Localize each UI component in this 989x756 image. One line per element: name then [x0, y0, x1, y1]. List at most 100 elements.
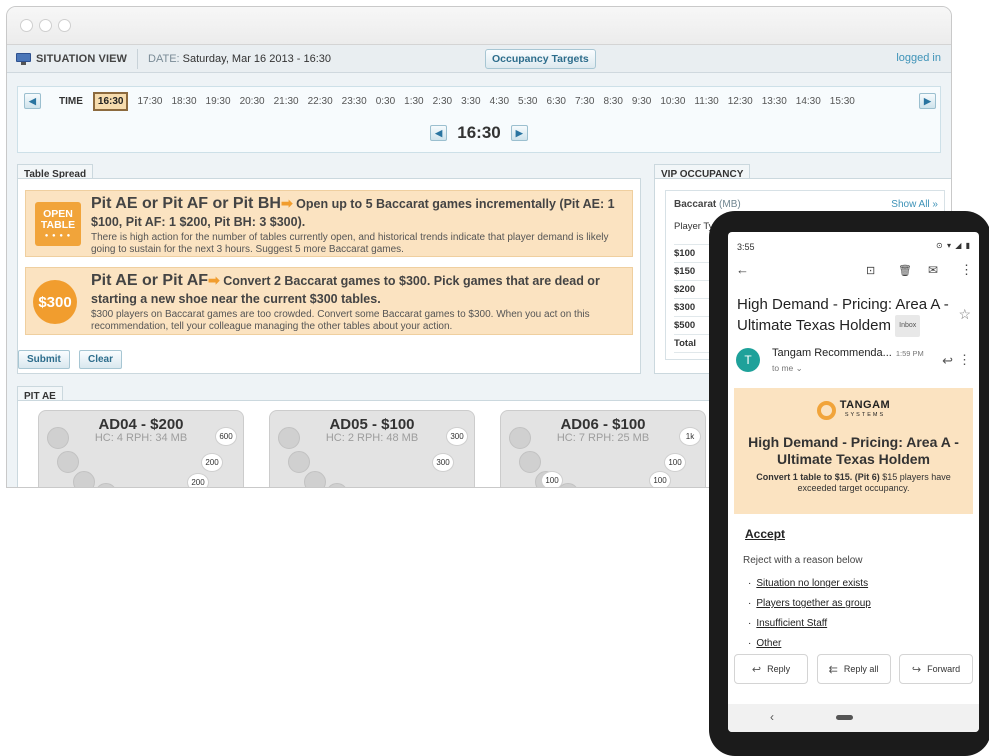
table-stats: HC: 7 RPH: 25 MB [556, 432, 650, 444]
divider [137, 48, 139, 69]
recommendation-text: Pit AE or Pit AF➡ Convert 2 Baccarat gam… [91, 272, 624, 333]
time-slot[interactable]: 7:30 [575, 96, 594, 107]
recommendation-title: Pit AE or Pit AF or Pit BH➡ Open up to 5… [91, 195, 615, 229]
time-slot[interactable]: 8:30 [603, 96, 622, 107]
time-slot[interactable]: 0:30 [376, 96, 395, 107]
timeline: ◀ TIME 16:30 17:30 18:30 19:30 20:30 21:30 22:… [17, 86, 941, 153]
reply-icon: ↩ [751, 663, 762, 676]
time-slot[interactable]: 22:30 [308, 96, 333, 107]
reply-button[interactable]: ↩ Reply [734, 654, 808, 684]
star-icon[interactable]: ☆ [958, 306, 971, 323]
chip-badge: 200 [187, 473, 209, 487]
time-slot[interactable]: 11:30 [694, 96, 718, 107]
phone-frame: 3:55 ⊙ ▾ ◢ ▮ ← ⊡ 🗑 ✉ ⋮ High Demand - Pri… [709, 211, 989, 756]
time-slot[interactable]: 3:30 [461, 96, 480, 107]
time-slot[interactable]: 15:30 [830, 96, 855, 107]
archive-icon[interactable]: ⊡ [866, 264, 875, 277]
time-slot[interactable]: 10:30 [660, 96, 685, 107]
time-slot[interactable]: 16:30 [92, 91, 129, 111]
delete-icon[interactable]: 🗑 [898, 264, 912, 277]
reject-reason-item[interactable]: · Players together as group [748, 598, 871, 618]
current-time-prev-button[interactable]: ◀ [430, 125, 448, 141]
time-slot[interactable]: 23:30 [342, 96, 367, 107]
recommendation-card[interactable]: OPEN TABLE ● ● ● ● Pit AE or Pit AF or P… [25, 190, 633, 257]
reject-reason-item[interactable]: · Situation no longer exists [748, 578, 871, 598]
reply-all-button[interactable]: ⇇ Reply all [816, 654, 891, 684]
time-slot[interactable]: 14:30 [796, 96, 821, 107]
show-all-link[interactable]: Show All » [891, 199, 938, 210]
view-title: SITUATION VIEW [36, 52, 128, 65]
date-value: Saturday, Mar 16 2013 - 16:30 [182, 52, 331, 65]
recommendation-body: There is high action for the number of t… [91, 232, 609, 255]
arrow-right-icon: ➡ [280, 195, 293, 211]
current-time-next-button[interactable]: ▶ [510, 125, 528, 141]
tangam-logo: TANGAM SYSTEMS [734, 400, 973, 420]
nav-home-pill[interactable] [836, 715, 853, 720]
gaming-table[interactable]: AD04 - $200 HC: 4 RPH: 34 MB 600 200 200 [38, 410, 244, 487]
more-vert-icon[interactable]: ⋮ [958, 352, 971, 368]
gaming-table[interactable]: AD06 - $100 HC: 7 RPH: 25 MB 1k 100 100 100 [500, 410, 706, 487]
close-window-button[interactable] [20, 19, 33, 32]
chip-badge: 300 [446, 427, 468, 446]
table-name: AD05 - $100 [329, 416, 415, 433]
seat[interactable] [73, 471, 95, 487]
accept-link[interactable]: Accept [745, 527, 785, 541]
seat[interactable] [519, 451, 541, 473]
reply-all-icon: ⇇ [828, 663, 838, 676]
logo-ring-icon [816, 400, 836, 420]
timeline-prev-button[interactable]: ◀ [24, 93, 41, 109]
sender-name: Tangam Recommenda... 1:59 PM [772, 347, 924, 359]
banner-title: High Demand - Pricing: Area A - Ultimate… [748, 434, 959, 467]
seat[interactable] [288, 451, 310, 473]
more-vert-icon[interactable]: ⋮ [960, 262, 973, 278]
table-name: AD06 - $100 [560, 416, 646, 433]
reply-icon[interactable]: ↩ [942, 353, 953, 369]
mail-icon[interactable]: ✉ [928, 263, 938, 277]
recommendation-card[interactable]: $300 Pit AE or Pit AF➡ Convert 2 Baccara… [25, 267, 633, 335]
time-slot[interactable]: 17:30 [137, 96, 162, 107]
table-name: AD04 - $200 [98, 416, 184, 433]
monitor-icon [16, 52, 31, 65]
time-slot[interactable]: 20:30 [240, 96, 265, 107]
android-nav-bar: ‹ [728, 704, 979, 732]
seat[interactable] [95, 483, 117, 487]
time-slot[interactable]: 1:30 [404, 96, 423, 107]
chip-badge: 1k [679, 427, 701, 446]
inbox-label[interactable]: Inbox [895, 315, 921, 337]
chip-badge: 600 [215, 427, 237, 446]
clear-button[interactable]: Clear [79, 350, 123, 369]
timeline-next-button[interactable]: ▶ [919, 93, 936, 109]
recipient-toggle[interactable]: to me ⌄ [772, 363, 803, 374]
login-status-link[interactable]: logged in [896, 52, 941, 64]
time-slot[interactable]: 6:30 [547, 96, 566, 107]
reject-reason-item[interactable]: · Insufficient Staff [748, 618, 871, 638]
current-time-selector: ◀ 16:30 ▶ [18, 123, 940, 143]
time-slot[interactable]: 12:30 [728, 96, 753, 107]
time-slot[interactable]: 9:30 [632, 96, 651, 107]
email-subject: High Demand - Pricing: Area A - Ultimate… [737, 295, 955, 337]
current-time: 16:30 [457, 123, 501, 142]
time-slot[interactable]: 21:30 [274, 96, 299, 107]
nav-back-icon[interactable]: ‹ [770, 710, 774, 724]
submit-button[interactable]: Submit [18, 350, 70, 369]
maximize-window-button[interactable] [58, 19, 71, 32]
table-stats: HC: 4 RPH: 34 MB [94, 432, 188, 444]
minimize-window-button[interactable] [39, 19, 52, 32]
time-slot[interactable]: 5:30 [518, 96, 537, 107]
gaming-table[interactable]: AD05 - $100 HC: 2 RPH: 48 MB 300 300 [269, 410, 475, 487]
date-label: DATE: [148, 52, 180, 65]
time-slot[interactable]: 2:30 [433, 96, 452, 107]
back-arrow-icon[interactable]: ← [736, 262, 749, 277]
recommendation-title: Pit AE or Pit AF➡ Convert 2 Baccarat gam… [91, 272, 600, 306]
time-slot[interactable]: 4:30 [490, 96, 509, 107]
forward-button[interactable]: ↪ Forward [899, 654, 973, 684]
seat[interactable] [304, 471, 326, 487]
occupancy-targets-button[interactable]: Occupancy Targets [485, 49, 596, 69]
seat[interactable] [57, 451, 79, 473]
time-slot[interactable]: 13:30 [762, 96, 787, 107]
email-actions: ↩ Reply ⇇ Reply all ↪ Forward [734, 654, 973, 684]
seat[interactable] [326, 483, 348, 487]
time-slot[interactable]: 19:30 [206, 96, 231, 107]
time-slot[interactable]: 18:30 [172, 96, 197, 107]
top-bar: SITUATION VIEW DATE: Saturday, Mar 16 20… [7, 45, 951, 73]
